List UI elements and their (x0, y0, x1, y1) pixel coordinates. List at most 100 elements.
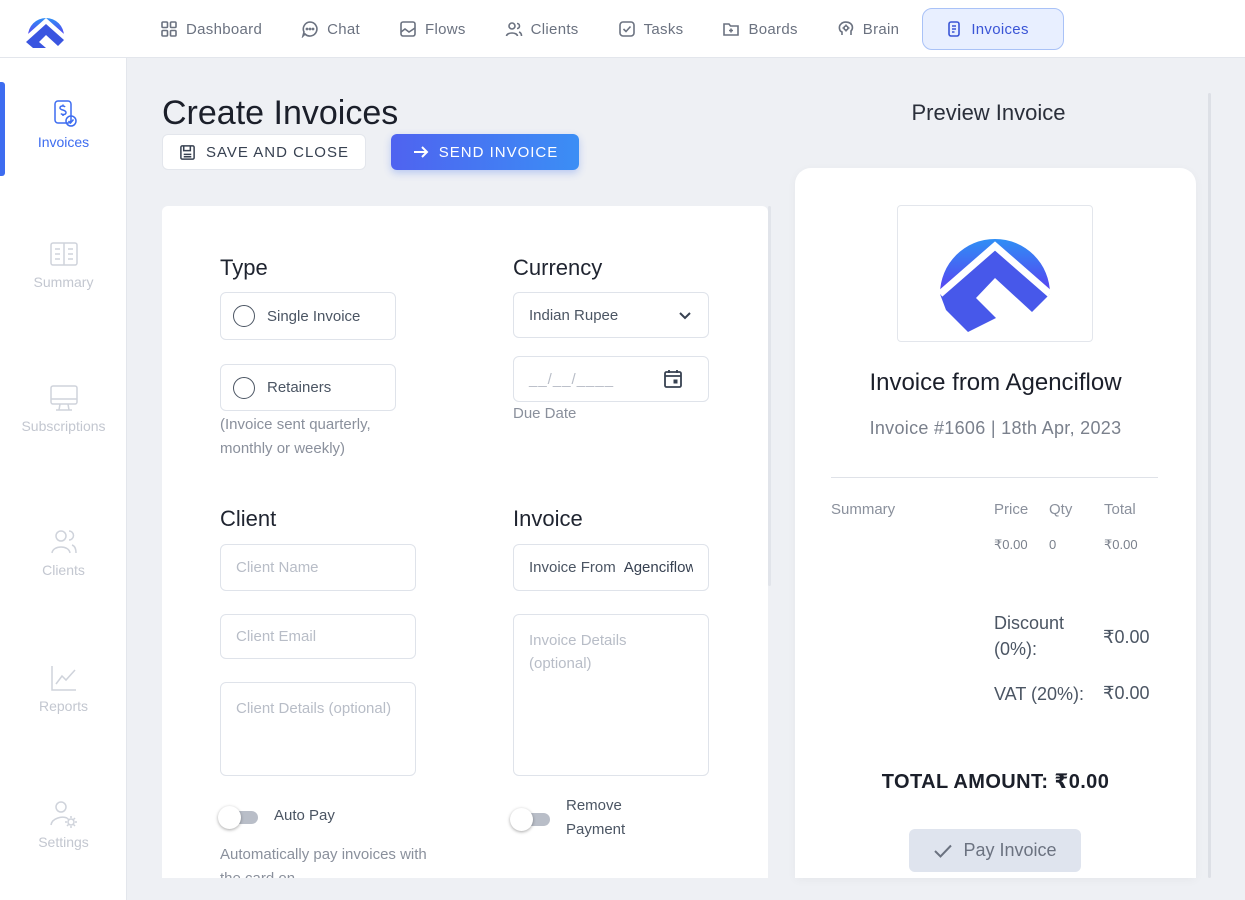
pay-invoice-button[interactable]: Pay Invoice (909, 829, 1081, 872)
nav-item-chat[interactable]: Chat (289, 8, 372, 50)
sidebar-item-invoices[interactable]: Invoices (0, 98, 127, 150)
chevron-down-icon (679, 312, 691, 320)
calendar-icon[interactable] (662, 368, 684, 390)
save-and-close-button[interactable]: SAVE AND CLOSE (162, 134, 366, 170)
currency-select[interactable]: Indian Rupee (513, 292, 709, 338)
table-header-price: Price (994, 501, 1029, 518)
invoice-section-label: Invoice (513, 506, 583, 531)
nav-item-boards[interactable]: Boards (710, 8, 809, 50)
nav-label: Invoices (971, 20, 1029, 38)
table-header-qty: Qty (1049, 501, 1073, 518)
brain-icon (838, 21, 854, 35)
save-button-label: SAVE AND CLOSE (206, 143, 349, 161)
retainers-hint: (Invoice sent quarterly, monthly or week… (220, 416, 371, 457)
type-section-label: Type (220, 255, 268, 280)
flows-icon (400, 21, 416, 37)
sidebar-label: Invoices (37, 134, 90, 150)
form-scrollbar[interactable] (768, 206, 771, 586)
page-title: Create Invoices (162, 94, 399, 132)
vat-value: ₹0.00 (1103, 683, 1150, 703)
table-cell-qty: 0 (1049, 537, 1057, 552)
clients-icon (505, 22, 522, 37)
send-invoice-button[interactable]: SEND INVOICE (391, 134, 579, 170)
client-email-input[interactable]: Client Email (220, 614, 416, 659)
nav-item-flows[interactable]: Flows (387, 8, 478, 50)
chat-icon (301, 21, 318, 38)
client-section-label: Client (220, 506, 277, 531)
agenciflow-logo-icon[interactable] (24, 9, 68, 49)
discount-value: ₹0.00 (1103, 627, 1150, 647)
toggle-knob (510, 808, 533, 831)
sidebar-item-clients[interactable]: Clients (0, 526, 127, 578)
nav-item-invoices[interactable]: Invoices (922, 8, 1064, 50)
agenciflow-logo-icon (937, 238, 1053, 332)
invoice-form-card: Type Single Invoice Retainers (Invoice s… (162, 206, 768, 878)
currency-selected-value: Indian Rupee (529, 306, 619, 324)
invoice-from-label: Invoice From (529, 559, 616, 576)
save-icon (180, 144, 195, 160)
toggle-knob (218, 806, 241, 829)
nav-label: Tasks (643, 20, 684, 38)
boards-icon (723, 23, 740, 36)
sidebar-item-reports[interactable]: Reports (0, 662, 127, 714)
pay-button-label: Pay Invoice (963, 840, 1057, 860)
sidebar-label: Summary (33, 274, 94, 290)
nav-label: Brain (862, 20, 900, 38)
table-cell-total: ₹0.00 (1104, 537, 1138, 552)
invoice-details-textarea[interactable]: Invoice Details (optional) (513, 614, 709, 776)
single-invoice-label: Single Invoice (267, 307, 361, 325)
retainers-radio[interactable]: Retainers (220, 364, 396, 411)
invoice-heading: Invoice from Agenciflow (869, 369, 1122, 396)
radio-circle-icon (233, 376, 255, 399)
invoice-meta: Invoice #1606 | 18th Apr, 2023 (869, 418, 1122, 438)
settings-icon (49, 801, 77, 828)
due-date-input[interactable]: __/__/____ (513, 356, 709, 402)
remove-payment-toggle[interactable] (510, 808, 552, 831)
radio-circle-icon (233, 305, 255, 327)
total-amount: TOTAL AMOUNT: ₹0.00 (881, 771, 1110, 793)
nav-label: Clients (530, 20, 579, 38)
sidebar-item-settings[interactable]: Settings (0, 798, 127, 850)
table-header-total: Total (1104, 501, 1136, 518)
sidebar-item-summary[interactable]: Summary (0, 238, 127, 290)
divider (831, 477, 1158, 478)
tasks-icon (618, 21, 635, 37)
invoice-dollar-icon (53, 100, 77, 127)
preview-scrollbar[interactable] (1208, 93, 1211, 878)
nav-item-dashboard[interactable]: Dashboard (148, 8, 274, 50)
nav-label: Chat (327, 20, 360, 38)
arrow-right-icon (413, 146, 429, 158)
sidebar-item-subscriptions[interactable]: Subscriptions (0, 382, 127, 434)
currency-section-label: Currency (513, 255, 603, 280)
check-icon (934, 844, 953, 858)
nav-item-tasks[interactable]: Tasks (606, 8, 696, 50)
clients-icon (50, 530, 77, 554)
sidebar-label: Clients (42, 562, 85, 578)
invoice-from-input[interactable]: Invoice From Agenciflow (513, 544, 709, 591)
retainers-label: Retainers (267, 379, 332, 396)
client-details-textarea[interactable]: Client Details (optional) (220, 682, 416, 776)
single-invoice-radio[interactable]: Single Invoice (220, 292, 396, 340)
auto-pay-toggle[interactable] (218, 806, 260, 829)
nav-item-clients[interactable]: Clients (493, 8, 591, 50)
nav-label: Flows (424, 20, 466, 38)
reports-icon (50, 666, 76, 691)
dashboard-icon (161, 21, 177, 37)
invoice-from-value: Agenciflow (623, 559, 693, 576)
sidebar-label: Settings (38, 834, 89, 850)
auto-pay-hint: Automatically pay invoices with the card… (220, 846, 427, 878)
client-name-input[interactable]: Client Name (220, 544, 416, 591)
nav-label: Boards (748, 20, 798, 38)
main-nav: Dashboard Chat Flows Clients Tasks Board… (148, 8, 1079, 50)
summary-icon (49, 242, 78, 266)
sidebar-label: Reports (38, 698, 89, 714)
nav-label: Dashboard (186, 20, 263, 38)
invoice-icon (948, 21, 961, 37)
sidebar-label: Subscriptions (21, 418, 106, 434)
top-navigation-bar: Dashboard Chat Flows Clients Tasks Board… (0, 0, 1245, 58)
subscriptions-icon (49, 385, 78, 411)
vat-label: VAT (20%): (994, 684, 1085, 704)
sidebar: Invoices Summary Subscriptions Clients R… (0, 58, 127, 900)
due-date-placeholder: __/__/____ (529, 370, 615, 388)
nav-item-brain[interactable]: Brain (825, 8, 912, 50)
